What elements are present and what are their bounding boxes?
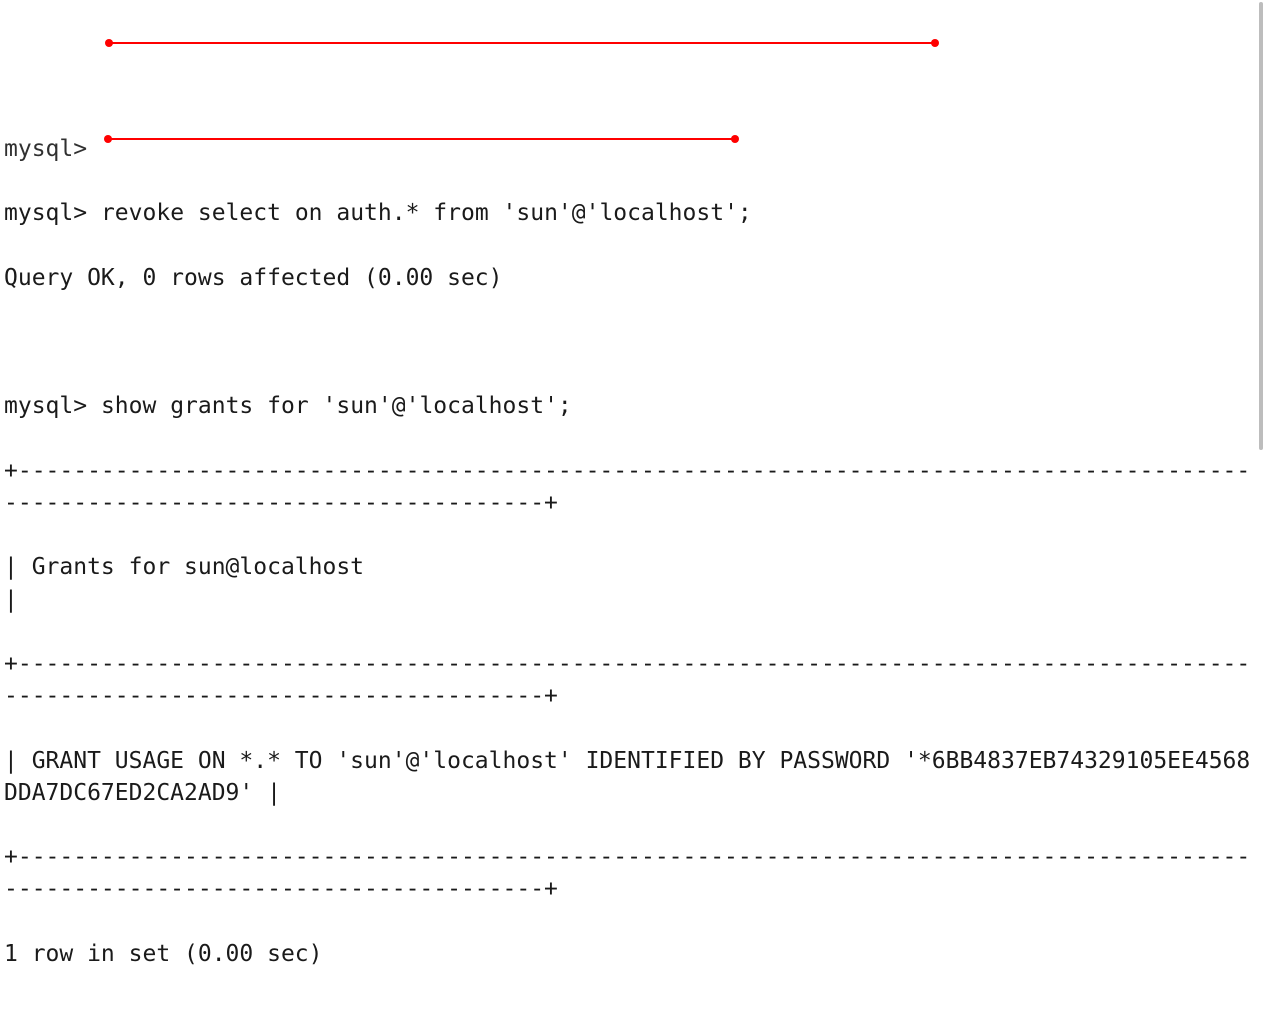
annotation-dot-1-left [105,39,113,47]
annotation-underline-1 [109,42,935,44]
table-header-row: | Grants for sun@localhost | [4,551,1260,615]
command-line-2: mysql> show grants for 'sun'@'localhost'… [4,390,1260,422]
scrollbar-track[interactable] [1258,0,1264,513]
blank-line [4,326,1260,358]
cut-prompt-line: mysql> [4,133,1260,165]
command-line-1: mysql> revoke select on auth.* from 'sun… [4,197,1260,229]
prompt: mysql> [4,393,87,419]
scrollbar-thumb[interactable] [1259,2,1263,450]
response-line-1: Query OK, 0 rows affected (0.00 sec) [4,262,1260,294]
sql-command-revoke: revoke select on auth.* from 'sun'@'loca… [101,200,752,226]
table-border-top: +---------------------------------------… [4,455,1260,519]
result-footer: 1 row in set (0.00 sec) [4,938,1260,970]
table-data-row: | GRANT USAGE ON *.* TO 'sun'@'localhost… [4,745,1260,809]
sql-command-show-grants: show grants for 'sun'@'localhost'; [101,393,572,419]
table-border-mid: +---------------------------------------… [4,648,1260,712]
table-border-bot: +---------------------------------------… [4,841,1260,905]
annotation-dot-1-right [931,39,939,47]
terminal-output: mysql> mysql> revoke select on auth.* fr… [4,129,1260,1002]
prompt: mysql> [4,200,87,226]
